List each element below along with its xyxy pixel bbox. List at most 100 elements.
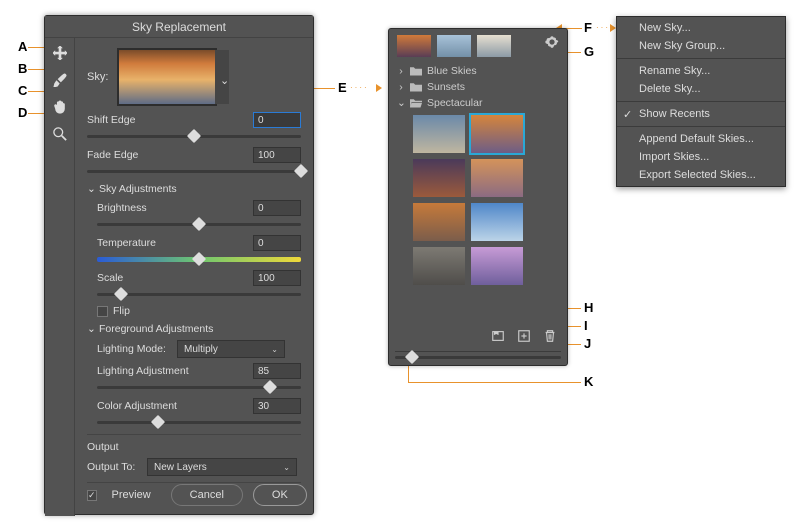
menu-rename-sky[interactable]: Rename Sky...	[617, 62, 785, 80]
folder-label: Blue Skies	[427, 65, 477, 77]
callout-d: D	[18, 105, 27, 120]
lighting-mode-value: Multiply	[184, 344, 218, 355]
section-label: Foreground Adjustments	[99, 323, 213, 335]
move-tool[interactable]	[48, 41, 72, 65]
callout-h: H	[584, 300, 593, 315]
folder-icon	[410, 82, 422, 92]
callout-i: I	[584, 318, 588, 333]
sky-label: Sky:	[87, 71, 111, 83]
recent-sky-thumb[interactable]	[437, 35, 471, 57]
chevron-down-icon: ⌄	[283, 463, 290, 472]
lighting-mode-label: Lighting Mode:	[97, 343, 177, 355]
color-adjustment-label: Color Adjustment	[97, 400, 253, 412]
folder-spectacular[interactable]: ⌄ Spectacular	[397, 95, 559, 111]
preview-checkbox[interactable]	[87, 490, 97, 501]
sky-thumb-selected[interactable]	[471, 115, 523, 153]
sky-thumb[interactable]	[471, 247, 523, 285]
shift-edge-value[interactable]	[253, 112, 301, 128]
sky-preset-panel: › Blue Skies › Sunsets ⌄ Spectacular	[388, 28, 568, 366]
folder-sunsets[interactable]: › Sunsets	[397, 79, 559, 95]
callout-f: F	[584, 20, 592, 35]
menu-show-recents[interactable]: Show Recents	[617, 105, 785, 123]
preset-flyout-menu: New Sky... New Sky Group... Rename Sky..…	[616, 16, 786, 187]
sky-replacement-dialog: Sky Replacement Sky: ⌄ Shift Edge Fade E…	[44, 15, 314, 515]
shift-edge-label: Shift Edge	[87, 114, 253, 126]
zoom-tool[interactable]	[48, 122, 72, 146]
folder-label: Sunsets	[427, 81, 465, 93]
callout-a: A	[18, 39, 27, 54]
menu-new-sky[interactable]: New Sky...	[617, 19, 785, 37]
brightness-value[interactable]	[253, 200, 301, 216]
callout-b: B	[18, 61, 27, 76]
sky-thumb[interactable]	[471, 203, 523, 241]
chevron-down-icon: ⌄	[397, 97, 405, 109]
menu-import-skies[interactable]: Import Skies...	[617, 148, 785, 166]
section-label: Sky Adjustments	[99, 183, 177, 195]
temperature-value[interactable]	[253, 235, 301, 251]
folder-open-icon	[410, 98, 422, 108]
callout-c: C	[18, 83, 27, 98]
chevron-right-icon: ›	[397, 65, 405, 77]
ok-button[interactable]: OK	[253, 484, 307, 506]
folder-label: Spectacular	[427, 97, 482, 109]
tool-strip	[45, 38, 75, 516]
lighting-adjustment-slider[interactable]	[97, 381, 301, 393]
foreground-adjustments-header[interactable]: ⌄ Foreground Adjustments	[87, 323, 301, 335]
folder-icon	[410, 66, 422, 76]
new-preset-icon[interactable]	[517, 329, 531, 343]
hand-tool[interactable]	[48, 95, 72, 119]
color-adjustment-value[interactable]	[253, 398, 301, 414]
dialog-content: Sky: ⌄ Shift Edge Fade Edge ⌄ Sky Adjust…	[75, 38, 313, 514]
callout-k: K	[584, 374, 593, 389]
scale-label: Scale	[97, 272, 253, 284]
sky-thumb[interactable]	[413, 247, 465, 285]
save-to-library-icon[interactable]	[491, 329, 505, 343]
shift-edge-slider[interactable]	[87, 130, 301, 142]
sky-adjustments-header[interactable]: ⌄ Sky Adjustments	[87, 183, 301, 195]
output-to-value: New Layers	[154, 462, 207, 473]
menu-delete-sky[interactable]: Delete Sky...	[617, 80, 785, 98]
chevron-down-icon: ⌄	[87, 183, 95, 195]
sky-thumb[interactable]	[413, 203, 465, 241]
brightness-label: Brightness	[97, 202, 253, 214]
cancel-button[interactable]: Cancel	[171, 484, 243, 506]
output-to-label: Output To:	[87, 461, 147, 473]
preset-thumbnail-grid	[397, 111, 559, 289]
color-adjustment-slider[interactable]	[97, 416, 301, 428]
lighting-adjustment-label: Lighting Adjustment	[97, 365, 253, 377]
temperature-slider[interactable]	[97, 253, 301, 265]
flip-checkbox[interactable]	[97, 306, 108, 317]
gear-icon[interactable]	[545, 35, 559, 49]
menu-append-defaults[interactable]: Append Default Skies...	[617, 130, 785, 148]
chevron-right-icon: ›	[397, 81, 405, 93]
lighting-mode-select[interactable]: Multiply ⌄	[177, 340, 285, 358]
sky-thumb[interactable]	[413, 159, 465, 197]
sky-preview-dropdown[interactable]	[117, 48, 217, 106]
recent-sky-thumb[interactable]	[477, 35, 511, 57]
preset-zoom-slider[interactable]	[395, 351, 561, 361]
recent-sky-thumb[interactable]	[397, 35, 431, 57]
menu-export-skies[interactable]: Export Selected Skies...	[617, 166, 785, 184]
lighting-adjustment-value[interactable]	[253, 363, 301, 379]
fade-edge-slider[interactable]	[87, 165, 301, 177]
sky-thumb[interactable]	[413, 115, 465, 153]
folder-blue-skies[interactable]: › Blue Skies	[397, 63, 559, 79]
callout-g: G	[584, 44, 594, 59]
brush-tool[interactable]	[48, 68, 72, 92]
callout-j: J	[584, 336, 591, 351]
scale-value[interactable]	[253, 270, 301, 286]
output-to-select[interactable]: New Layers ⌄	[147, 458, 297, 476]
sky-thumb[interactable]	[471, 159, 523, 197]
scale-slider[interactable]	[97, 288, 301, 300]
fade-edge-value[interactable]	[253, 147, 301, 163]
flip-label: Flip	[113, 305, 301, 317]
chevron-down-icon: ⌄	[87, 323, 95, 335]
dialog-title: Sky Replacement	[45, 16, 313, 38]
output-header: Output	[87, 441, 301, 453]
chevron-down-icon: ⌄	[271, 345, 278, 354]
preview-label: Preview	[112, 489, 151, 501]
brightness-slider[interactable]	[97, 218, 301, 230]
temperature-label: Temperature	[97, 237, 253, 249]
menu-new-sky-group[interactable]: New Sky Group...	[617, 37, 785, 55]
trash-icon[interactable]	[543, 329, 557, 343]
